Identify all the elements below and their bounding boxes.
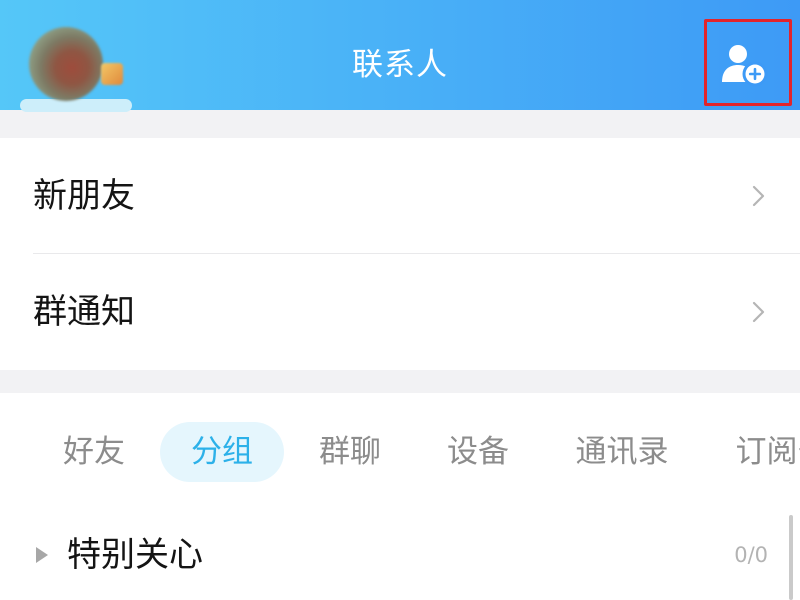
add-friend-button[interactable] bbox=[716, 38, 774, 90]
list-item[interactable]: 特别关心 0/0 bbox=[0, 511, 800, 599]
tab-friends[interactable]: 好友 bbox=[32, 422, 156, 482]
chevron-right-icon bbox=[751, 300, 767, 324]
avatar-pendant bbox=[20, 99, 132, 112]
notification-card: 新朋友 群通知 bbox=[0, 138, 800, 370]
header-bar: 联系人 bbox=[0, 0, 800, 112]
triangle-right-icon bbox=[36, 547, 48, 563]
group-online-count: 0/0 bbox=[734, 543, 768, 567]
add-friend-icon bbox=[722, 45, 768, 87]
menu-item-group-notifications[interactable]: 群通知 bbox=[0, 254, 800, 370]
triangle-right-icon bbox=[36, 547, 48, 563]
menu-item-new-friends[interactable]: 新朋友 bbox=[0, 138, 800, 254]
contacts-card: 好友 分组 群聊 设备 通讯录 订阅号 特别关心 0/0 bbox=[0, 393, 800, 600]
chevron-right-icon bbox=[752, 185, 765, 207]
tab-subscriptions[interactable]: 订阅号 bbox=[704, 422, 800, 482]
group-name: 特别关心 bbox=[67, 535, 203, 575]
chevron-right-icon bbox=[751, 184, 767, 208]
chevron-right-icon bbox=[752, 301, 765, 323]
page-title: 联系人 bbox=[352, 47, 448, 83]
menu-item-label: 新朋友 bbox=[33, 176, 135, 216]
tab-groups[interactable]: 分组 bbox=[160, 422, 284, 482]
menu-item-label: 群通知 bbox=[33, 292, 135, 332]
tab-devices[interactable]: 设备 bbox=[416, 422, 540, 482]
tab-address-book[interactable]: 通讯录 bbox=[544, 422, 700, 482]
contact-tabs: 好友 分组 群聊 设备 通讯录 订阅号 bbox=[32, 422, 800, 482]
scrollbar[interactable] bbox=[789, 515, 793, 600]
tab-group-chats[interactable]: 群聊 bbox=[288, 422, 412, 482]
